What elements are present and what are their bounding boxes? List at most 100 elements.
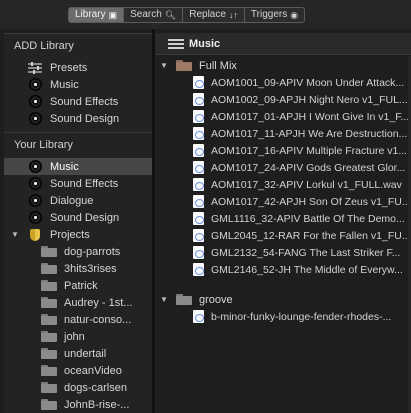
folder-icon (40, 364, 58, 378)
sidebar-item-presets[interactable]: Presets (4, 59, 152, 76)
add-library-heading: ADD Library (14, 40, 74, 52)
sidebar-item-label: Sound Design (50, 211, 120, 224)
folder-icon (176, 60, 192, 71)
project-folder[interactable]: 3hits3rises (4, 260, 152, 277)
disclosure-triangle-icon[interactable]: ▼ (10, 230, 20, 239)
file-name: AOM1017_16-APIV Multiple Fracture v1... (211, 144, 408, 157)
file-name: AOM1001_09-APIV Moon Under Attack... (211, 76, 405, 89)
vinyl-icon (26, 112, 44, 126)
file-row[interactable]: b-minor-funky-lounge-fender-rhodes-... (155, 308, 411, 325)
file-row[interactable]: AOM1017_01-APJH I Wont Give In v1_F... (155, 108, 411, 125)
folder-icon (40, 296, 58, 310)
file-row[interactable]: AOM1002_09-APJH Night Nero v1_FUL... (155, 91, 411, 108)
audio-file-icon (193, 76, 204, 89)
file-row[interactable]: AOM1017_24-APIV Gods Greatest Glor... (155, 159, 411, 176)
audio-file-icon (193, 263, 204, 276)
tab-search[interactable]: Search 🔍︎ (123, 8, 183, 22)
audio-file-icon (193, 110, 204, 123)
project-label: Patrick (64, 279, 98, 292)
project-folder[interactable]: JohnB-rise-... (4, 396, 152, 413)
sidebar-item-sound-effects[interactable]: Sound Effects (4, 175, 152, 192)
tab-search-label: Search (130, 9, 162, 20)
file-row[interactable]: GML1116_32-APIV Battle Of The Demo... (155, 210, 411, 227)
sidebar-item-label: Sound Effects (50, 95, 119, 108)
project-folder[interactable]: john (4, 328, 152, 345)
disclosure-triangle-icon[interactable]: ▼ (159, 295, 169, 304)
tab-triggers[interactable]: Triggers ◉ (243, 8, 305, 22)
sidebar-item-label: Sound Effects (50, 177, 119, 190)
sidebar-item-music[interactable]: Music (4, 158, 152, 175)
folder-icon (40, 279, 58, 293)
list-icon (168, 37, 184, 51)
your-library-heading: Your Library (14, 139, 73, 151)
project-folder[interactable]: Patrick (4, 277, 152, 294)
audio-file-icon (193, 229, 204, 242)
file-row[interactable]: GML2132_54-FANG The Last Striker F... (155, 244, 411, 261)
top-toolbar: Library ▣ Search 🔍︎ Replace ↓↑ Triggers … (0, 0, 411, 29)
tab-library[interactable]: Library ▣ (69, 8, 124, 22)
file-row[interactable]: AOM1017_16-APIV Multiple Fracture v1... (155, 142, 411, 159)
sidebar-item-label: Music (50, 160, 79, 173)
sidebar-item-label: Projects (50, 228, 90, 241)
folder-icon (40, 398, 58, 412)
project-folder[interactable]: Audrey - 1st... (4, 294, 152, 311)
sidebar-item-label: Music (50, 78, 79, 91)
file-name: GML2132_54-FANG The Last Striker F... (211, 246, 401, 259)
sort-arrows-icon: ↓↑ (228, 10, 238, 20)
file-row[interactable]: AOM1017_32-APIV Lorkul v1_FULL.wav (155, 176, 411, 193)
audio-file-icon (193, 161, 204, 174)
sidebar-item-label: Presets (50, 61, 88, 74)
project-folder[interactable]: dogs-carlsen (4, 379, 152, 396)
file-name: GML2045_12-RAR For the Fallen v1_FU... (211, 229, 411, 242)
search-icon: 🔍︎ (164, 10, 177, 20)
project-label: JohnB-rise-... (64, 398, 130, 411)
vinyl-icon (26, 95, 44, 109)
file-row[interactable]: AOM1001_09-APIV Moon Under Attack... (155, 74, 411, 91)
trigger-icon: ◉ (290, 10, 299, 20)
vinyl-icon (26, 78, 44, 92)
sidebar-item-add-sound-effects[interactable]: Sound Effects (4, 93, 152, 110)
folder-icon (40, 381, 58, 395)
vinyl-icon (26, 160, 44, 174)
tab-replace-label: Replace (189, 9, 226, 20)
tab-library-label: Library (75, 9, 106, 20)
vinyl-icon (26, 194, 44, 208)
project-label: 3hits3rises (64, 262, 117, 275)
folder-icon (40, 245, 58, 259)
tab-replace[interactable]: Replace ↓↑ (182, 8, 244, 22)
shield-icon (26, 228, 44, 242)
mode-tabs: Library ▣ Search 🔍︎ Replace ↓↑ Triggers … (68, 7, 306, 23)
audio-file-icon (193, 212, 204, 225)
sidebar-item-projects[interactable]: ▼ Projects (4, 226, 152, 243)
file-row[interactable]: GML2146_52-JH The Middle of Everyw... (155, 261, 411, 278)
tab-triggers-label: Triggers (250, 9, 288, 20)
sidebar-item-dialogue[interactable]: Dialogue (4, 192, 152, 209)
disclosure-triangle-icon[interactable]: ▼ (159, 61, 169, 70)
file-row[interactable]: AOM1017_42-APJH Son Of Zeus v1_FU... (155, 193, 411, 210)
browser-title: Music (189, 37, 221, 50)
browser-header: Music (155, 33, 411, 55)
project-label: natur-conso... (64, 313, 132, 326)
group-row-full-mix[interactable]: ▼ Full Mix (155, 57, 411, 74)
audio-file-icon (193, 246, 204, 259)
sidebar-item-sound-design[interactable]: Sound Design (4, 209, 152, 226)
project-folder[interactable]: undertail (4, 345, 152, 362)
audio-file-icon (193, 310, 204, 323)
file-row[interactable]: GML2045_12-RAR For the Fallen v1_FU... (155, 227, 411, 244)
audio-file-icon (193, 93, 204, 106)
audio-file-icon (193, 195, 204, 208)
group-row-groove[interactable]: ▼ groove (155, 291, 411, 308)
file-row[interactable]: AOM1017_11-APJH We Are Destruction... (155, 125, 411, 142)
sidebar-divider (4, 132, 152, 133)
folder-icon (40, 262, 58, 276)
group-label: Full Mix (199, 59, 237, 72)
file-name: b-minor-funky-lounge-fender-rhodes-... (211, 310, 392, 323)
project-folder[interactable]: dog-parrots (4, 243, 152, 260)
folder-icon (176, 294, 192, 305)
sidebar-item-add-sound-design[interactable]: Sound Design (4, 110, 152, 127)
project-folder[interactable]: oceanVideo (4, 362, 152, 379)
group-label: groove (199, 293, 233, 306)
project-folder[interactable]: natur-conso... (4, 311, 152, 328)
sidebar-item-add-music[interactable]: Music (4, 76, 152, 93)
library-sidebar: ADD Library Presets Music Sound Effects … (4, 33, 152, 413)
